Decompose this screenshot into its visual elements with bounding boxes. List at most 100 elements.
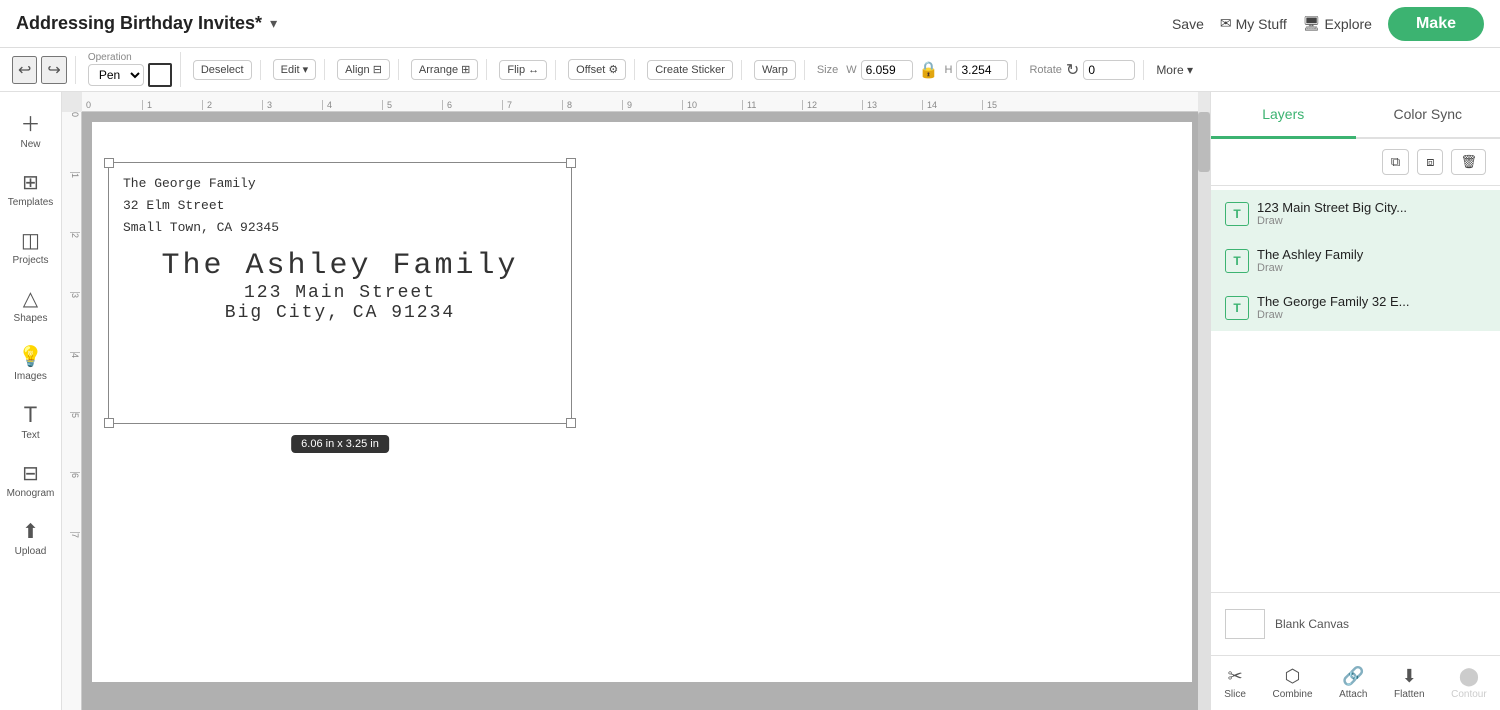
explore-icon: 🖥 (1303, 15, 1321, 32)
layer-item[interactable]: T The Ashley Family Draw (1211, 237, 1500, 284)
width-input[interactable] (861, 60, 913, 80)
lock-icon: 🔒 (917, 60, 941, 80)
handle-tl[interactable] (104, 158, 114, 168)
sidebar-item-templates[interactable]: ⊞ Templates (3, 162, 59, 216)
layer-info: 123 Main Street Big City... Draw (1257, 200, 1486, 227)
toolbar-warp-group: Warp (754, 60, 805, 80)
delete-layers-button[interactable]: 🗑 (1451, 149, 1486, 175)
canvas-address-content: The George Family 32 Elm Street Small To… (109, 163, 571, 333)
header-right: Save ✉ My Stuff 🖥 Explore Make (1172, 7, 1484, 41)
handle-tr[interactable] (566, 158, 576, 168)
combine-tool[interactable]: ⬡ Combine (1265, 662, 1321, 704)
page-title: Addressing Birthday Invites* (16, 13, 262, 34)
toolbar-flip-group: Flip ↔ (499, 60, 556, 80)
group-layers-button[interactable]: ⧈ (1417, 149, 1443, 175)
canvas-scrollbar[interactable] (1198, 112, 1210, 710)
sidebar-item-monogram[interactable]: ⊟ Monogram (3, 453, 59, 507)
scrollbar-thumb[interactable] (1198, 112, 1210, 172)
panel-bottom: Blank Canvas (1211, 592, 1500, 655)
make-button[interactable]: Make (1388, 7, 1484, 41)
main-area: ＋ New ⊞ Templates ◫ Projects △ Shapes 💡 … (0, 92, 1500, 710)
sidebar-item-new[interactable]: ＋ New (3, 100, 59, 158)
height-input[interactable] (956, 60, 1008, 80)
explore-button[interactable]: 🖥 Explore (1303, 15, 1372, 32)
sidebar: ＋ New ⊞ Templates ◫ Projects △ Shapes 💡 … (0, 92, 62, 710)
sidebar-item-text[interactable]: T Text (3, 394, 59, 449)
offset-button[interactable]: Offset ⚙ (568, 59, 626, 80)
toolbar-edit-group: Edit ▾ (273, 59, 326, 80)
layer-list: T 123 Main Street Big City... Draw T The… (1211, 186, 1500, 393)
undo-button[interactable]: ↩ (12, 56, 37, 84)
toolbar-undo-group: ↩ ↪ (12, 56, 76, 84)
toolbar-size-group: Size W 🔒 H (817, 60, 1018, 80)
size-label: Size (817, 64, 838, 76)
operation-select[interactable]: Pen (88, 64, 144, 86)
layer-type-icon: T (1225, 202, 1249, 226)
sidebar-item-images[interactable]: 💡 Images (3, 336, 59, 390)
toolbar-rotate-group: Rotate ↻ (1029, 60, 1144, 80)
bottom-toolbar: ✂ Slice ⬡ Combine 🔗 Attach ⬇ Flatten ⬤ C… (1211, 655, 1500, 710)
title-dropdown-icon[interactable]: ▾ (270, 15, 277, 32)
toolbar-arrange-group: Arrange ⊞ (411, 59, 487, 80)
contour-tool: ⬤ Contour (1443, 662, 1495, 704)
create-sticker-button[interactable]: Create Sticker (647, 60, 733, 80)
deselect-button[interactable]: Deselect (193, 60, 252, 80)
blank-canvas-area: Blank Canvas (1225, 603, 1486, 645)
handle-br[interactable] (566, 418, 576, 428)
duplicate-layers-button[interactable]: ⧉ (1382, 149, 1409, 175)
layer-item[interactable]: T 123 Main Street Big City... Draw (1211, 190, 1500, 237)
layer-info: The Ashley Family Draw (1257, 247, 1486, 274)
toolbar: ↩ ↪ Operation Pen Deselect Edit ▾ Align … (0, 48, 1500, 92)
slice-tool[interactable]: ✂ Slice (1216, 662, 1254, 704)
canvas-area[interactable]: 0 1 2 3 4 5 6 7 8 9 10 11 12 13 14 15 0 (62, 92, 1210, 710)
attach-tool[interactable]: 🔗 Attach (1331, 662, 1375, 704)
more-button[interactable]: More ▾ (1156, 63, 1193, 77)
layer-item[interactable]: T The George Family 32 E... Draw (1211, 284, 1500, 331)
right-panel: Layers Color Sync ⧉ ⧈ 🗑 T 123 Main Stree… (1210, 92, 1500, 710)
ruler-left: 0 1 2 3 4 5 6 7 (62, 112, 82, 710)
header: Addressing Birthday Invites* ▾ Save ✉ My… (0, 0, 1500, 48)
warp-button[interactable]: Warp (754, 60, 796, 80)
sidebar-item-shapes[interactable]: △ Shapes (3, 278, 59, 332)
sidebar-item-projects[interactable]: ◫ Projects (3, 220, 59, 274)
handle-bl[interactable] (104, 418, 114, 428)
layer-info: The George Family 32 E... Draw (1257, 294, 1486, 321)
new-icon: ＋ (21, 108, 41, 137)
layer-type-icon: T (1225, 249, 1249, 273)
ruler-top: 0 1 2 3 4 5 6 7 8 9 10 11 12 13 14 15 (82, 92, 1198, 112)
combine-icon: ⬡ (1285, 666, 1301, 687)
align-button[interactable]: Align ⊟ (337, 59, 390, 80)
envelope-icon: ✉ (1220, 15, 1232, 32)
redo-button[interactable]: ↪ (41, 56, 66, 84)
mystuff-button[interactable]: ✉ My Stuff (1220, 15, 1287, 32)
toolbar-sticker-group: Create Sticker (647, 60, 742, 80)
toolbar-deselect-group: Deselect (193, 60, 261, 80)
blank-canvas-box (1225, 609, 1265, 639)
edit-button[interactable]: Edit ▾ (273, 59, 317, 80)
layer-type-icon: T (1225, 296, 1249, 320)
height-label: H (945, 64, 953, 76)
toolbar-offset-group: Offset ⚙ (568, 59, 635, 80)
header-left: Addressing Birthday Invites* ▾ (16, 13, 277, 34)
address-top: The George Family 32 Elm Street Small To… (123, 173, 557, 239)
operation-label-text: Operation Pen (88, 52, 172, 87)
projects-icon: ◫ (21, 228, 40, 253)
selection-box[interactable]: The George Family 32 Elm Street Small To… (108, 162, 572, 424)
contour-icon: ⬤ (1459, 666, 1479, 687)
panel-actions: ⧉ ⧈ 🗑 (1211, 139, 1500, 186)
flip-button[interactable]: Flip ↔ (499, 60, 547, 80)
attach-icon: 🔗 (1342, 666, 1364, 687)
panel-spacer (1211, 393, 1500, 592)
slice-icon: ✂ (1228, 666, 1243, 687)
images-icon: 💡 (18, 344, 43, 369)
address-main: The Ashley Family 123 Main Street Big Ci… (123, 249, 557, 323)
tab-layers[interactable]: Layers (1211, 92, 1356, 139)
tab-colorsync[interactable]: Color Sync (1356, 92, 1500, 139)
sidebar-item-upload[interactable]: ⬆ Upload (3, 511, 59, 565)
arrange-button[interactable]: Arrange ⊞ (411, 59, 478, 80)
flatten-tool[interactable]: ⬇ Flatten (1386, 662, 1433, 704)
operation-square[interactable] (148, 63, 172, 87)
save-button[interactable]: Save (1172, 16, 1204, 32)
canvas-grid[interactable]: The George Family 32 Elm Street Small To… (82, 112, 1198, 710)
rotate-input[interactable] (1083, 60, 1135, 80)
